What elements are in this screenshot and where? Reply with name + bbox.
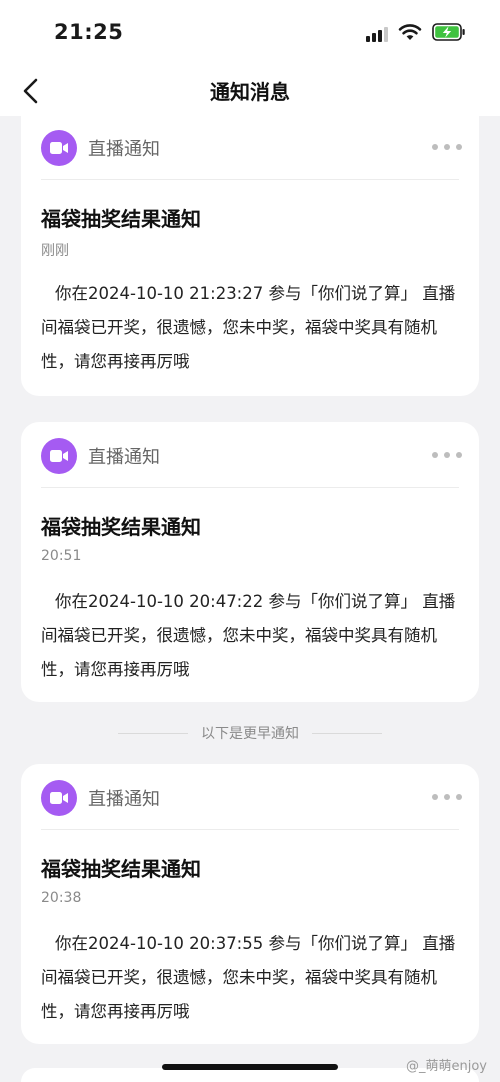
notification-category: 直播通知 xyxy=(88,789,160,810)
card-header: 直播通知 xyxy=(21,422,479,488)
page-title: 通知消息 xyxy=(210,80,290,104)
more-options-icon[interactable] xyxy=(432,144,462,152)
card-header: 直播通知 xyxy=(21,764,479,830)
more-options-icon[interactable] xyxy=(432,794,462,802)
home-indicator[interactable] xyxy=(162,1064,338,1070)
separator-line xyxy=(312,733,382,734)
notification-category: 直播通知 xyxy=(88,139,160,160)
battery-charging-icon xyxy=(432,23,465,41)
live-stream-icon xyxy=(41,438,77,474)
cellular-signal-icon xyxy=(366,26,392,42)
notification-body: 你在2024-10-10 20:37:55 参与「你们说了算」 直播间福袋已开奖… xyxy=(41,934,456,1021)
notification-body: 你在2024-10-10 20:47:22 参与「你们说了算」 直播间福袋已开奖… xyxy=(41,592,456,679)
notification-card[interactable]: 直播通知 福袋抽奖结果通知 20:51 你在2024-10-10 20:47:2… xyxy=(21,422,479,702)
watermark: @_萌萌enjoy xyxy=(406,1059,487,1074)
notification-card[interactable]: 直播通知 福袋抽奖结果通知 刚刚 你在2024-10-10 21:23:27 参… xyxy=(21,116,479,396)
notification-title: 福袋抽奖结果通知 xyxy=(41,515,201,539)
more-options-icon[interactable] xyxy=(432,452,462,460)
divider xyxy=(41,179,459,180)
notification-category: 直播通知 xyxy=(88,447,160,468)
live-stream-icon xyxy=(41,130,77,166)
live-stream-icon xyxy=(41,780,77,816)
notification-time: 20:38 xyxy=(41,890,82,906)
divider xyxy=(41,487,459,488)
notification-title: 福袋抽奖结果通知 xyxy=(41,207,201,231)
earlier-notifications-separator: 以下是更早通知 xyxy=(0,722,500,744)
status-time: 21:25 xyxy=(54,20,124,44)
wifi-icon xyxy=(398,24,422,40)
notification-title: 福袋抽奖结果通知 xyxy=(41,857,201,881)
nav-bar: 通知消息 xyxy=(0,66,500,116)
divider xyxy=(41,829,459,830)
notification-body: 你在2024-10-10 21:23:27 参与「你们说了算」 直播间福袋已开奖… xyxy=(41,284,456,371)
separator-label: 以下是更早通知 xyxy=(201,726,299,742)
notification-time: 刚刚 xyxy=(41,243,69,259)
card-header: 直播通知 xyxy=(21,114,479,180)
notification-time: 20:51 xyxy=(41,548,82,564)
status-bar: 21:25 xyxy=(0,0,500,66)
notification-card[interactable]: 直播通知 福袋抽奖结果通知 20:38 你在2024-10-10 20:37:5… xyxy=(21,764,479,1044)
